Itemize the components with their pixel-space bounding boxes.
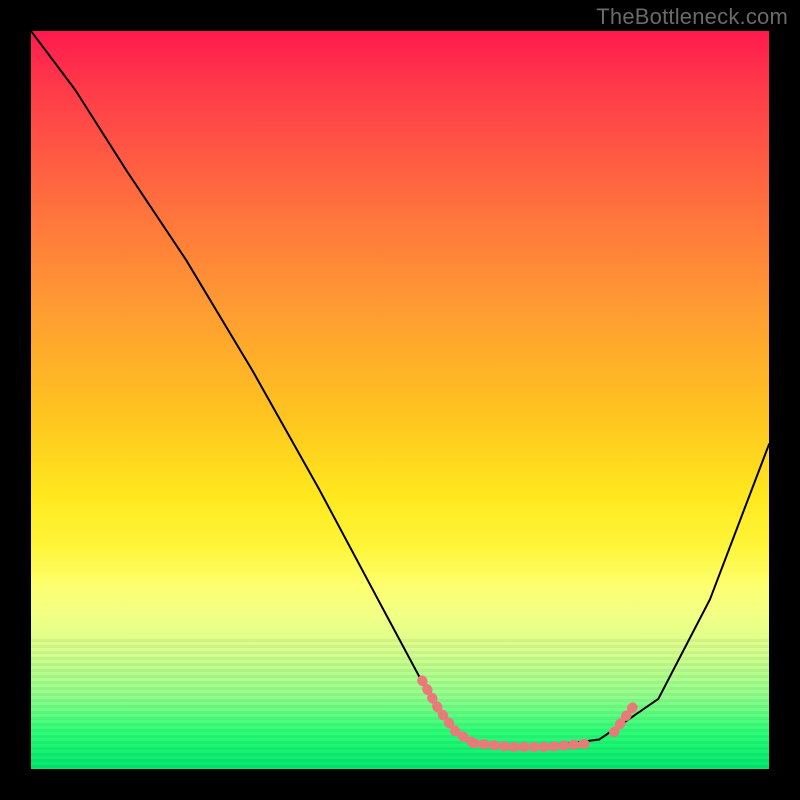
chart-frame: TheBottleneck.com	[0, 0, 800, 800]
bottleneck-curve	[31, 31, 769, 747]
highlight-left-dip	[422, 680, 474, 743]
plot-area	[31, 31, 769, 769]
watermark-text: TheBottleneck.com	[596, 4, 788, 30]
highlight-floor	[474, 743, 592, 747]
curve-svg	[31, 31, 769, 769]
